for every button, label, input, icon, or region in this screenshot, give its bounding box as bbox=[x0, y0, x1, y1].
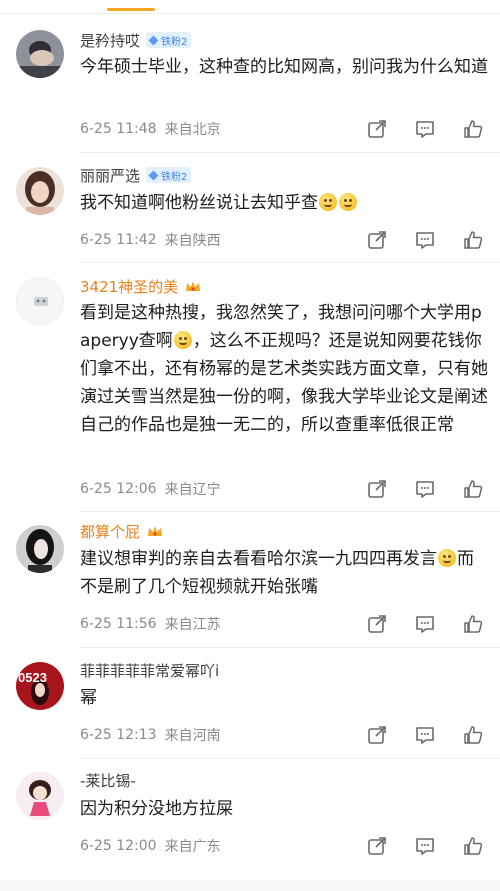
comment-feed: 是矜持哎 铁粉2 今年硕士毕业，这种查的比知网高，别问我为什么知道 6-25 1… bbox=[0, 0, 500, 891]
comment-location: 来自北京 bbox=[164, 122, 221, 138]
username[interactable]: 菲菲菲菲菲常爱幂吖i bbox=[80, 660, 219, 681]
comment-time: 6-25 11:48 bbox=[80, 121, 157, 137]
avatar[interactable] bbox=[16, 525, 64, 573]
like-icon[interactable] bbox=[462, 613, 484, 635]
share-icon[interactable] bbox=[366, 724, 388, 746]
username[interactable]: 丽丽严选 bbox=[80, 165, 140, 186]
comment-time: 6-25 12:06 bbox=[80, 481, 157, 497]
comment-time: 6-25 12:13 bbox=[80, 727, 157, 743]
comment-meta: 6-25 12:00 来自广东 bbox=[80, 836, 221, 856]
share-icon[interactable] bbox=[366, 835, 388, 857]
fan-badge: 铁粉2 bbox=[146, 167, 192, 183]
comment-meta: 6-25 12:13 来自河南 bbox=[80, 725, 221, 745]
crown-badge-icon bbox=[146, 523, 164, 539]
avatar[interactable] bbox=[16, 772, 64, 820]
comment-time: 6-25 12:00 bbox=[80, 838, 157, 854]
comment-actions bbox=[366, 228, 484, 252]
share-icon[interactable] bbox=[366, 118, 388, 140]
fan-badge: 铁粉2 bbox=[146, 32, 192, 48]
username[interactable]: 都算个屁 bbox=[80, 521, 140, 542]
username[interactable]: 是矜持哎 bbox=[80, 30, 140, 51]
comment-location: 来自河南 bbox=[164, 728, 221, 744]
comment-actions bbox=[366, 117, 484, 141]
comment-actions bbox=[366, 723, 484, 747]
share-icon[interactable] bbox=[366, 613, 388, 635]
comment-location: 来自江苏 bbox=[164, 617, 221, 633]
comment-text: 我不知道啊他粉丝说让去知乎查 bbox=[80, 189, 490, 217]
comment-time: 6-25 11:42 bbox=[80, 232, 157, 248]
comment-location: 来自陕西 bbox=[164, 233, 221, 249]
comment-icon[interactable] bbox=[414, 613, 436, 635]
comment-time: 6-25 11:56 bbox=[80, 616, 157, 632]
comment-header: 是矜持哎 铁粉2 bbox=[80, 29, 192, 51]
top-tab-strip bbox=[0, 0, 500, 14]
laughing-emoji-icon bbox=[173, 331, 192, 349]
share-icon[interactable] bbox=[366, 229, 388, 251]
comment-text: 幂 bbox=[80, 688, 97, 708]
like-icon[interactable] bbox=[462, 229, 484, 251]
avatar[interactable]: 0523 bbox=[16, 662, 64, 710]
comment-meta: 6-25 11:42 来自陕西 bbox=[80, 230, 221, 250]
avatar[interactable] bbox=[16, 277, 64, 325]
comment-text: 因为积分没地方拉屎 bbox=[80, 799, 233, 819]
divider bbox=[80, 262, 500, 263]
awkward-emoji-icon bbox=[319, 193, 337, 211]
comment-header: 3421神圣的美 bbox=[80, 275, 202, 297]
like-icon[interactable] bbox=[462, 724, 484, 746]
comment-location: 来自辽宁 bbox=[164, 482, 221, 498]
comment-meta: 6-25 11:48 来自北京 bbox=[80, 119, 221, 139]
comment-text: 看到是这种热搜，我忽然笑了，我想问问哪个大学用paperyy查啊 ，这么不正规吗？… bbox=[80, 299, 490, 439]
awkward-emoji-icon bbox=[339, 193, 357, 211]
comment-header: 菲菲菲菲菲常爱幂吖i bbox=[80, 659, 219, 681]
comment-text-part: 建议想审判的亲自去看看哈尔滨一九四四再发言 bbox=[80, 549, 437, 569]
diamond-icon bbox=[148, 35, 159, 45]
comment-text: 建议想审判的亲自去看看哈尔滨一九四四再发言 而不是刷了几个短视频就开始张嘴 bbox=[80, 545, 490, 601]
diamond-icon bbox=[148, 170, 159, 180]
like-icon[interactable] bbox=[462, 118, 484, 140]
fan-badge-label: 铁粉2 bbox=[161, 171, 188, 183]
avatar[interactable] bbox=[16, 30, 64, 78]
nervous-emoji-icon bbox=[438, 549, 456, 567]
comment-meta: 6-25 11:56 来自江苏 bbox=[80, 614, 221, 634]
comment-icon[interactable] bbox=[414, 835, 436, 857]
share-icon[interactable] bbox=[366, 478, 388, 500]
crown-badge-icon bbox=[184, 278, 202, 294]
comment-actions bbox=[366, 612, 484, 636]
comment-icon[interactable] bbox=[414, 478, 436, 500]
comment-icon[interactable] bbox=[414, 118, 436, 140]
comment-actions bbox=[366, 477, 484, 501]
comment-header: 都算个屁 bbox=[80, 520, 164, 542]
like-icon[interactable] bbox=[462, 835, 484, 857]
divider bbox=[80, 152, 500, 153]
avatar-text: 0523 bbox=[18, 670, 47, 685]
username[interactable]: 3421神圣的美 bbox=[80, 276, 178, 297]
like-icon[interactable] bbox=[462, 478, 484, 500]
comment-header: -莱比锡- bbox=[80, 769, 136, 791]
username[interactable]: -莱比锡- bbox=[80, 770, 136, 791]
comment-icon[interactable] bbox=[414, 229, 436, 251]
comment-location: 来自广东 bbox=[164, 839, 221, 855]
bottom-strip bbox=[0, 880, 500, 891]
divider bbox=[80, 758, 500, 759]
comment-text: 今年硕士毕业，这种查的比知网高，别问我为什么知道 bbox=[80, 57, 488, 77]
comment-text-body: 我不知道啊他粉丝说让去知乎查 bbox=[80, 193, 318, 213]
divider bbox=[80, 647, 500, 648]
avatar[interactable] bbox=[16, 167, 64, 215]
divider bbox=[80, 511, 500, 512]
active-tab-indicator bbox=[107, 8, 155, 11]
comment-header: 丽丽严选 铁粉2 bbox=[80, 164, 192, 186]
fan-badge-label: 铁粉2 bbox=[161, 36, 188, 48]
comment-meta: 6-25 12:06 来自辽宁 bbox=[80, 479, 221, 499]
comment-icon[interactable] bbox=[414, 724, 436, 746]
comment-actions bbox=[366, 834, 484, 858]
